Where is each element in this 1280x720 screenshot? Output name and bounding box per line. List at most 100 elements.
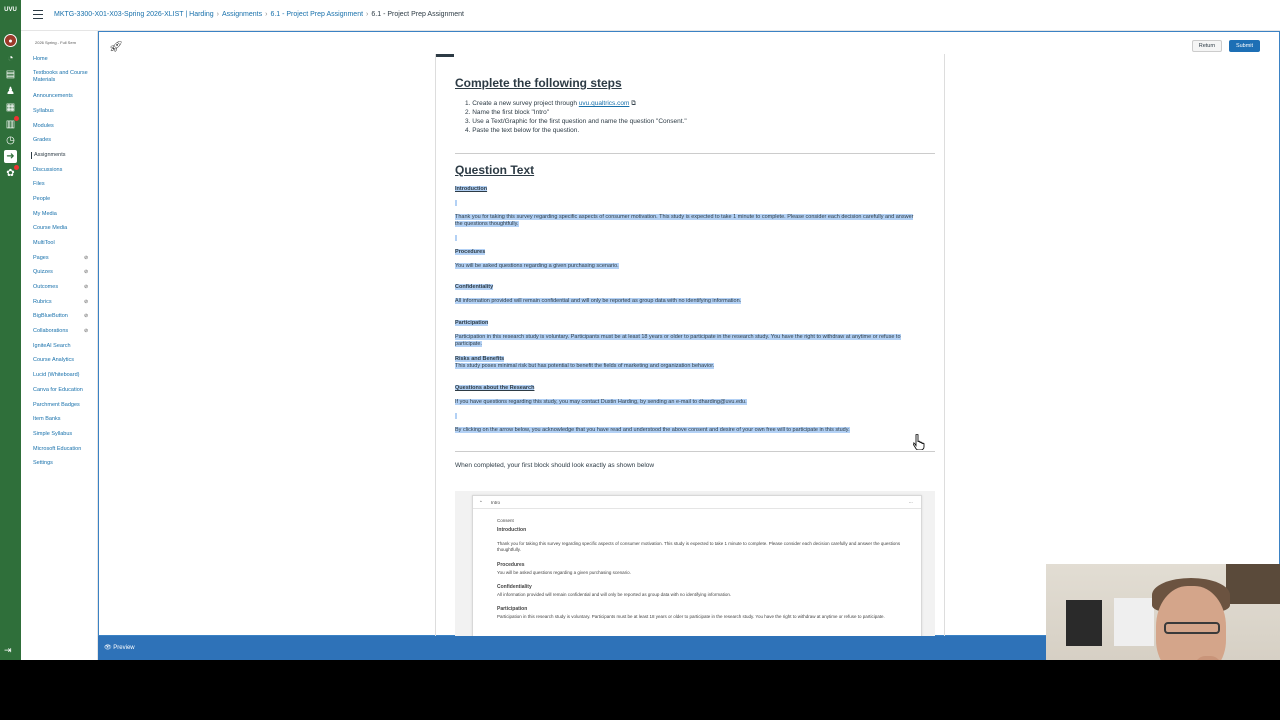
- example-confidentiality-text: All information provided will remain con…: [497, 592, 732, 597]
- uvu-logo[interactable]: UVU: [1, 6, 20, 24]
- selected-empty-line: [455, 413, 457, 419]
- procedures-label[interactable]: Procedures: [455, 249, 920, 256]
- nav-home[interactable]: Home: [33, 56, 95, 63]
- nav-canva[interactable]: Canva for Education: [33, 387, 95, 394]
- course-nav: 2026 Spring - Full Sem Home Textbooks an…: [21, 31, 98, 660]
- divider: [455, 153, 935, 154]
- nav-announcements[interactable]: Announcements: [33, 93, 95, 100]
- nav-settings[interactable]: Settings: [33, 460, 95, 467]
- app-screen: UVU ● ◔ ▤ ♟ ▦ ▥ ◷ ➜ ✿ ⇥ MKTG-3300-X01-X0…: [0, 0, 1280, 660]
- questions-text[interactable]: If you have questions regarding this stu…: [455, 399, 920, 406]
- example-menu-icon: ...: [909, 499, 913, 504]
- nav-multitool[interactable]: MultiTool: [33, 240, 95, 247]
- intro-label[interactable]: Introduction: [455, 186, 920, 193]
- collapse-nav-icon[interactable]: ⇥: [4, 645, 12, 656]
- webcam-wall-art: [1114, 598, 1154, 646]
- step-item: 4. Paste the text below for the question…: [465, 127, 580, 134]
- eye-icon: 👁︎: [104, 645, 112, 651]
- dashboard-icon[interactable]: ◔: [4, 52, 17, 65]
- assignment-frame: 🚀︎ Return Submit Complete the following …: [98, 31, 1280, 637]
- nav-course-media[interactable]: Course Media: [33, 225, 95, 232]
- breadcrumb-separator: ›: [216, 11, 220, 18]
- submit-button[interactable]: Submit: [1229, 40, 1260, 52]
- breadcrumb-separator: ›: [265, 11, 268, 18]
- example-participation-text: Participation in this research study is …: [497, 614, 885, 619]
- nav-textbooks[interactable]: Textbooks and Course Materials: [33, 70, 95, 84]
- nav-assignments[interactable]: Assignments: [31, 152, 93, 159]
- nav-people[interactable]: People: [33, 196, 95, 203]
- completed-note: When completed, your first block should …: [455, 462, 655, 469]
- example-intro-text: Thank you for taking this survey regardi…: [497, 541, 901, 552]
- hidden-eye-icon: ⊘: [84, 269, 89, 275]
- hand-cursor-icon: [913, 434, 925, 450]
- nav-lucid[interactable]: Lucid (Whiteboard): [33, 372, 95, 379]
- help-icon[interactable]: ✿: [4, 165, 19, 180]
- nav-item-banks[interactable]: Item Banks: [33, 416, 95, 423]
- qualtrics-link[interactable]: uvu.qualtrics.com: [579, 100, 630, 107]
- inbox-icon[interactable]: ▥: [4, 116, 19, 131]
- hamburger-menu-icon[interactable]: [33, 10, 43, 19]
- account-icon[interactable]: ●: [4, 34, 17, 47]
- procedures-text[interactable]: You will be asked questions regarding a …: [455, 263, 920, 270]
- steps-heading: Complete the following steps: [455, 76, 622, 90]
- participation-label[interactable]: Participation: [455, 320, 920, 327]
- example-procedures-text: You will be asked questions regarding a …: [497, 570, 631, 575]
- global-nav: UVU ● ◔ ▤ ♟ ▦ ▥ ◷ ➜ ✿ ⇥: [0, 0, 21, 660]
- participation-text[interactable]: Participation in this research study is …: [455, 334, 910, 348]
- hidden-eye-icon: ⊘: [84, 299, 89, 305]
- example-intro-label: Introduction: [497, 527, 527, 533]
- top-bar: MKTG-3300-X01-X03-Spring 2026-XLIST | Ha…: [21, 0, 1280, 31]
- nav-syllabus[interactable]: Syllabus: [33, 108, 95, 115]
- rocket-icon[interactable]: 🚀︎: [109, 40, 123, 53]
- nav-files[interactable]: Files: [33, 181, 95, 188]
- nav-my-media[interactable]: My Media: [33, 211, 95, 218]
- example-block-name: Intro: [491, 500, 501, 505]
- nav-igniteai-search[interactable]: IgniteAI Search: [33, 343, 95, 350]
- webcam-person-glasses: [1164, 622, 1220, 634]
- courses-icon[interactable]: ▤: [4, 68, 17, 81]
- example-block-card: ⌃ Intro ... Consent Introduction Thank y…: [472, 495, 922, 637]
- example-card-divider: [473, 508, 921, 509]
- webcam-wall-art: [1066, 600, 1102, 646]
- selected-empty-line: [455, 235, 457, 241]
- hidden-eye-icon: ⊘: [84, 284, 89, 290]
- closing-text[interactable]: By clicking on the arrow below, you ackn…: [455, 427, 920, 434]
- hidden-eye-icon: ⊘: [84, 255, 89, 261]
- nav-course-analytics[interactable]: Course Analytics: [33, 357, 95, 364]
- breadcrumb: MKTG-3300-X01-X03-Spring 2026-XLIST | Ha…: [54, 11, 464, 18]
- webcam-shelf: [1226, 564, 1280, 604]
- nav-discussions[interactable]: Discussions: [33, 167, 95, 174]
- assignment-document: Complete the following steps 1. Create a…: [435, 54, 945, 637]
- risks-label[interactable]: Risks and Benefits: [455, 356, 920, 363]
- external-link-icon: ⧉: [629, 100, 636, 107]
- return-button[interactable]: Return: [1192, 40, 1222, 52]
- nav-grades[interactable]: Grades: [33, 137, 95, 144]
- breadcrumb-assignments[interactable]: Assignments: [222, 11, 262, 18]
- groups-icon[interactable]: ♟: [4, 85, 17, 98]
- risks-text[interactable]: This study poses minimal risk but has po…: [455, 363, 920, 370]
- breadcrumb-parent[interactable]: 6.1 - Project Prep Assignment: [270, 11, 363, 18]
- studio-icon[interactable]: ➜: [4, 150, 17, 163]
- preview-toggle[interactable]: 👁︎ Preview: [104, 644, 135, 651]
- step-item: 2. Name the first block "Intro": [465, 109, 550, 116]
- term-label: 2026 Spring - Full Sem: [35, 40, 76, 45]
- breadcrumb-separator: ›: [366, 11, 369, 18]
- calendar-icon[interactable]: ▦: [4, 101, 17, 114]
- breadcrumb-course[interactable]: MKTG-3300-X01-X03-Spring 2026-XLIST | Ha…: [54, 11, 214, 18]
- history-icon[interactable]: ◷: [4, 134, 17, 147]
- confidentiality-label[interactable]: Confidentiality: [455, 284, 920, 291]
- questions-label[interactable]: Questions about the Research: [455, 385, 920, 392]
- breadcrumb-current: 6.1 - Project Prep Assignment: [371, 11, 464, 18]
- confidentiality-text[interactable]: All information provided will remain con…: [455, 298, 920, 305]
- hidden-eye-icon: ⊘: [84, 328, 89, 334]
- nav-simple-syllabus[interactable]: Simple Syllabus: [33, 431, 95, 438]
- nav-modules[interactable]: Modules: [33, 123, 95, 130]
- steps-list: 1. Create a new survey project through u…: [465, 99, 944, 135]
- step-item: 1. Create a new survey project through u…: [465, 100, 636, 107]
- nav-microsoft-education[interactable]: Microsoft Education: [33, 446, 95, 453]
- divider: [455, 451, 935, 452]
- intro-text[interactable]: Thank you for taking this survey regardi…: [455, 214, 920, 228]
- nav-parchment-badges[interactable]: Parchment Badges: [33, 402, 95, 409]
- step-item: 3. Use a Text/Graphic for the first ques…: [465, 118, 687, 125]
- example-block-image: ⌃ Intro ... Consent Introduction Thank y…: [455, 491, 935, 637]
